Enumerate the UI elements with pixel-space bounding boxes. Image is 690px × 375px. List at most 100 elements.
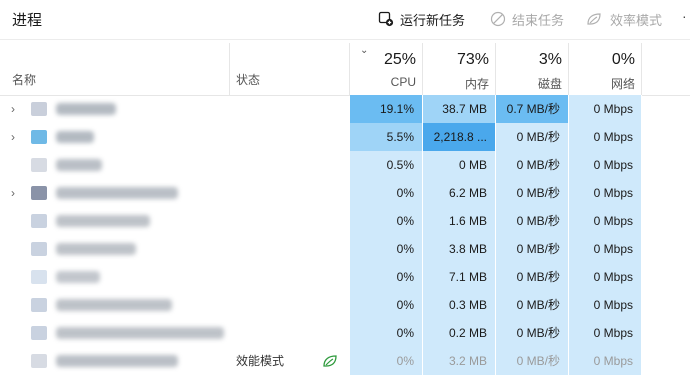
table-row[interactable]: 0% 0.2 MB 0 MB/秒 0 Mbps <box>0 319 690 347</box>
process-name-redacted <box>56 271 100 283</box>
table-row[interactable]: 0% 3.8 MB 0 MB/秒 0 Mbps <box>0 235 690 263</box>
disk-cell: 0 MB/秒 <box>496 347 569 375</box>
table-row[interactable]: 0% 0.3 MB 0 MB/秒 0 Mbps <box>0 291 690 319</box>
network-cell: 0 Mbps <box>569 123 642 151</box>
network-cell: 0 Mbps <box>569 151 642 179</box>
column-header-name[interactable]: 名称 <box>0 43 230 95</box>
end-task-label: 结束任务 <box>512 12 565 28</box>
cpu-cell: 0% <box>350 179 423 207</box>
process-icon <box>31 242 47 256</box>
end-task-icon <box>490 11 506 27</box>
process-name-redacted <box>56 243 136 255</box>
cpu-cell: 5.5% <box>350 123 423 151</box>
process-icon <box>31 214 47 228</box>
memory-cell: 1.6 MB <box>423 207 496 235</box>
disk-total-pct: 3% <box>538 51 562 68</box>
cpu-label: CPU <box>390 75 416 89</box>
network-cell: 0 Mbps <box>569 347 642 375</box>
network-total-pct: 0% <box>611 51 635 68</box>
table-row[interactable]: › 19.1% 38.7 MB 0.7 MB/秒 0 Mbps <box>0 95 690 123</box>
table-row[interactable]: › 5.5% 2,218.8 ... 0 MB/秒 0 Mbps <box>0 123 690 151</box>
cpu-cell: 0% <box>350 207 423 235</box>
memory-cell: 6.2 MB <box>423 179 496 207</box>
memory-cell: 3.2 MB <box>423 347 496 375</box>
network-cell: 0 Mbps <box>569 235 642 263</box>
process-name-redacted <box>56 355 178 367</box>
table-row[interactable]: › 0% 6.2 MB 0 MB/秒 0 Mbps <box>0 179 690 207</box>
run-new-task-button[interactable]: 运行新任务 <box>378 8 465 30</box>
column-header-name-label: 名称 <box>12 73 37 87</box>
chevron-right-icon[interactable]: › <box>11 102 15 116</box>
column-header-status[interactable]: 状态 <box>230 43 350 95</box>
disk-cell: 0 MB/秒 <box>496 123 569 151</box>
network-cell: 0 Mbps <box>569 179 642 207</box>
disk-cell: 0 MB/秒 <box>496 235 569 263</box>
network-cell: 0 Mbps <box>569 319 642 347</box>
cpu-cell: 19.1% <box>350 95 423 123</box>
cpu-total-pct: 25% <box>383 51 416 68</box>
memory-cell: 38.7 MB <box>423 95 496 123</box>
disk-cell: 0 MB/秒 <box>496 179 569 207</box>
column-header-memory[interactable]: 73% 内存 <box>423 43 496 95</box>
cpu-cell: 0% <box>350 263 423 291</box>
process-name-redacted <box>56 215 150 227</box>
table-row[interactable]: 0% 7.1 MB 0 MB/秒 0 Mbps <box>0 263 690 291</box>
network-cell: 0 Mbps <box>569 291 642 319</box>
memory-cell: 0.3 MB <box>423 291 496 319</box>
cpu-cell: 0.5% <box>350 151 423 179</box>
disk-label: 磁盘 <box>537 77 562 91</box>
page-title: 进程 <box>12 12 43 29</box>
process-icon <box>31 158 47 172</box>
efficiency-mode-label: 效率模式 <box>610 12 663 28</box>
memory-cell: 0 MB <box>423 151 496 179</box>
column-header-network[interactable]: 0% 网络 <box>569 43 642 95</box>
memory-label: 内存 <box>464 77 489 91</box>
new-task-icon <box>378 11 394 27</box>
table-row[interactable]: 0% 1.6 MB 0 MB/秒 0 Mbps <box>0 207 690 235</box>
process-name-redacted <box>56 327 224 339</box>
memory-cell: 0.2 MB <box>423 319 496 347</box>
disk-cell: 0 MB/秒 <box>496 151 569 179</box>
chevron-right-icon[interactable]: › <box>11 130 15 144</box>
column-header-disk[interactable]: 3% 磁盘 <box>496 43 569 95</box>
toolbar: 进程 运行新任务 结束任务 效率模式 · <box>0 0 690 40</box>
process-name-redacted <box>56 103 116 115</box>
network-label: 网络 <box>610 77 635 91</box>
disk-cell: 0 MB/秒 <box>496 319 569 347</box>
memory-cell: 7.1 MB <box>423 263 496 291</box>
efficiency-leaf-icon <box>322 353 340 374</box>
status-label: 效能模式 <box>236 354 285 368</box>
chevron-right-icon[interactable]: › <box>11 186 15 200</box>
column-header-status-label: 状态 <box>236 73 261 87</box>
memory-cell: 2,218.8 ... <box>423 123 496 151</box>
efficiency-mode-button[interactable]: 效率模式 <box>586 8 662 30</box>
process-icon <box>31 270 47 284</box>
process-name-redacted <box>56 131 94 143</box>
disk-cell: 0 MB/秒 <box>496 291 569 319</box>
process-icon <box>31 186 47 200</box>
efficiency-leaf-icon <box>586 11 604 27</box>
process-name-redacted <box>56 159 102 171</box>
cpu-cell: 0% <box>350 319 423 347</box>
column-header-cpu[interactable]: ⌄ 25% CPU <box>350 43 423 95</box>
process-icon <box>31 354 47 368</box>
cpu-cell: 0% <box>350 235 423 263</box>
more-options-icon[interactable]: · <box>682 8 687 24</box>
process-icon <box>31 130 47 144</box>
process-name-redacted <box>56 187 178 199</box>
process-icon <box>31 298 47 312</box>
table-row[interactable]: 效能模式 0% 3.2 MB 0 MB/秒 0 Mbps <box>0 347 690 375</box>
process-name-redacted <box>56 299 172 311</box>
table-row[interactable]: 0.5% 0 MB 0 MB/秒 0 Mbps <box>0 151 690 179</box>
run-new-task-label: 运行新任务 <box>400 12 466 28</box>
end-task-button[interactable]: 结束任务 <box>490 8 564 30</box>
cpu-cell: 0% <box>350 347 423 375</box>
network-cell: 0 Mbps <box>569 263 642 291</box>
process-icon <box>31 102 47 116</box>
process-icon <box>31 326 47 340</box>
memory-total-pct: 73% <box>456 51 489 68</box>
memory-cell: 3.8 MB <box>423 235 496 263</box>
network-cell: 0 Mbps <box>569 95 642 123</box>
network-cell: 0 Mbps <box>569 207 642 235</box>
disk-cell: 0.7 MB/秒 <box>496 95 569 123</box>
